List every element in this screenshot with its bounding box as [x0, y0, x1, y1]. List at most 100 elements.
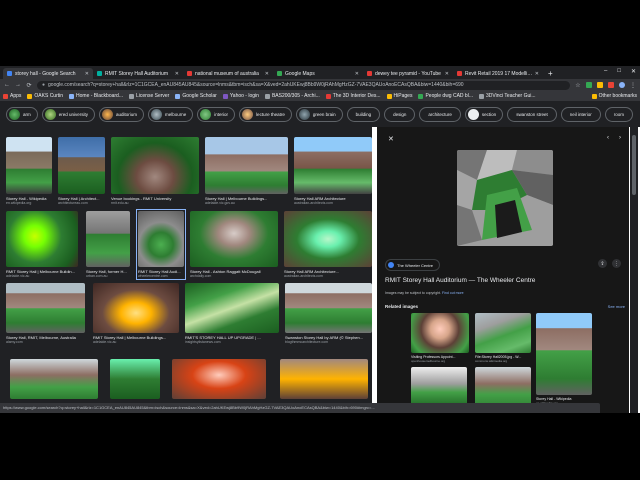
close-tab-icon[interactable]: ✕ — [355, 71, 359, 77]
chip-building[interactable]: building — [346, 107, 381, 122]
bookmark-license[interactable]: License Server — [129, 93, 169, 99]
tab-google-search[interactable]: storey hall - Google Search ✕ — [3, 68, 93, 79]
other-bookmarks[interactable]: Other bookmarks — [591, 93, 637, 99]
chevron-right-icon[interactable]: › — [619, 135, 621, 141]
result-thumbnail — [58, 137, 105, 194]
chip-thumbnail — [298, 109, 310, 120]
minimize-icon[interactable]: – — [604, 68, 607, 75]
image-result[interactable]: Storey Hall ARM Architecture australian-… — [294, 137, 372, 205]
chip-architecture[interactable]: architecture — [419, 107, 461, 122]
reload-icon[interactable]: ⟳ — [26, 82, 32, 89]
preview-title[interactable]: RMIT Storey Hall Auditorium — The Wheele… — [385, 277, 535, 284]
bookmark-yahoo[interactable]: Yahoo - login — [222, 93, 259, 99]
maximize-icon[interactable]: □ — [617, 68, 621, 75]
related-image[interactable]: Visiting Professors Appoint... openhouse… — [411, 313, 469, 363]
image-result[interactable] — [10, 359, 98, 399]
bookmark-3d-interior[interactable]: The 3D Interior Des... — [325, 93, 381, 99]
image-result[interactable]: Venue bookings - RMIT University rmit.ed… — [111, 137, 199, 205]
scrollbar[interactable] — [630, 127, 638, 413]
chip-section[interactable]: section — [464, 107, 504, 122]
image-result[interactable]: Storey Hall - Wikipedia en.wikipedia.org — [6, 137, 52, 205]
close-tab-icon[interactable]: ✕ — [175, 71, 179, 77]
result-source: insightsylistanews.com — [185, 340, 221, 344]
close-icon[interactable]: ✕ — [388, 135, 394, 143]
forward-icon[interactable]: → — [15, 82, 21, 88]
find-out-more-link[interactable]: Find out more — [442, 291, 464, 295]
chip-room[interactable]: room — [604, 107, 633, 122]
chip-neil-interior[interactable]: neil interior — [560, 107, 601, 122]
bookmark-label: OAKS Curtin — [34, 93, 64, 99]
tab-google-maps[interactable]: Google Maps ✕ — [273, 68, 363, 79]
avatar[interactable] — [619, 82, 625, 88]
new-tab-button[interactable]: + — [543, 68, 558, 79]
tab-wheeler-centre[interactable]: RMIT Storey Hall Auditorium ✕ — [93, 68, 183, 79]
more-options-icon[interactable]: ⋮ — [612, 259, 621, 268]
chip-lecture-theatre[interactable]: lecture theatre — [239, 107, 292, 122]
close-tab-icon[interactable]: ✕ — [535, 71, 539, 77]
bookmark-people-dwg[interactable]: People dwg CAD bl... — [418, 93, 473, 99]
image-result[interactable]: Storey Hall ARM Architecture... australi… — [284, 211, 372, 278]
bookmark-oaks[interactable]: OAKS Curtin — [27, 93, 63, 99]
bookmark-bas[interactable]: BAS200/305 - Archi... — [264, 93, 320, 99]
close-tab-icon[interactable]: ✕ — [445, 71, 449, 77]
image-result[interactable] — [172, 359, 266, 399]
tab-youtube[interactable]: dewey tee pyramid - YouTube ✕ — [363, 68, 453, 79]
related-image[interactable]: File:Storey Hall2005.jpg - W... commons.… — [475, 313, 531, 363]
image-result-selected[interactable]: RMIT Storey Hall Audi... wheelercentre.c… — [136, 209, 186, 280]
preview-image[interactable] — [457, 150, 553, 246]
menu-icon[interactable]: ⋮ — [630, 82, 636, 89]
address-bar[interactable]: ● google.com/search?q=storey+hall&rlz=1C… — [37, 80, 570, 90]
tab-title: dewey tee pyramid - YouTube — [375, 70, 441, 77]
chip-design[interactable]: design — [384, 107, 416, 122]
preview-image-art — [457, 150, 553, 246]
bookmark-hipages[interactable]: HiPages — [386, 93, 413, 99]
scrollbar-thumb[interactable] — [632, 135, 636, 195]
bookmark-3dvinci[interactable]: 3DVinci Teacher Gui... — [478, 93, 536, 99]
image-result[interactable]: Storey Hall - Ashton Raggatt McDougall a… — [190, 211, 278, 278]
lock-icon: ● — [42, 82, 46, 88]
bookmark-icon — [325, 93, 331, 99]
result-thumbnail — [10, 359, 98, 399]
result-thumbnail — [190, 211, 278, 267]
bookmark-blackboard[interactable]: Home - Blackboard... — [69, 93, 123, 99]
extension-icon[interactable] — [586, 82, 592, 88]
source-site-link[interactable]: The Wheeler Centre — [385, 259, 441, 271]
chip-arm[interactable]: arm — [6, 107, 38, 122]
chip-auditorium[interactable]: auditorium — [99, 107, 145, 122]
image-result[interactable]: Storey Hall | Architect... architecturea… — [58, 137, 105, 205]
chip-university[interactable]: ered university — [41, 107, 96, 122]
chip-melbourne[interactable]: melbourne — [148, 107, 194, 122]
maps-favicon-icon — [277, 71, 282, 76]
tab-revit[interactable]: Revit Retail 2019 17 Modelling ✕ — [453, 68, 543, 79]
chip-thumbnail — [467, 109, 479, 120]
chip-thumbnail — [102, 109, 114, 120]
see-more-link[interactable]: See more — [608, 304, 625, 309]
image-result[interactable]: Swanston Storey Hall by ARM (© Stephen..… — [285, 283, 372, 344]
tab-national-museum[interactable]: national museum of australia ✕ — [183, 68, 273, 79]
close-tab-icon[interactable]: ✕ — [265, 71, 269, 77]
bookmark-label: HiPages — [393, 93, 413, 99]
bookmark-scholar[interactable]: Google Scholar — [175, 93, 217, 99]
image-result[interactable] — [280, 359, 368, 399]
chip-swanston-street[interactable]: swanston street — [507, 107, 557, 122]
image-result[interactable]: RMIT Storey Hall | Melbourne Buildings..… — [93, 283, 179, 344]
extension-icon[interactable] — [597, 82, 603, 88]
chip-green-brain[interactable]: green brain — [295, 107, 343, 122]
chevron-left-icon[interactable]: ‹ — [607, 135, 609, 141]
apps-icon — [3, 93, 8, 99]
close-window-icon[interactable]: ✕ — [631, 68, 636, 75]
bookmark-apps[interactable]: Apps — [3, 93, 21, 99]
image-result[interactable]: RMIT Storey Hall | Melbourne Buildin... … — [6, 211, 78, 278]
image-result[interactable]: Storey Hall, former H... urban.com.au — [86, 211, 130, 278]
image-result[interactable] — [110, 359, 160, 399]
share-icon[interactable]: ⇪ — [598, 259, 607, 268]
close-tab-icon[interactable]: ✕ — [85, 71, 89, 77]
image-result[interactable]: Storey Hall, RMIT, Melbourne, Australia … — [6, 283, 85, 344]
related-image[interactable]: Storey Hall - Wikipedia en.wikipedia.org — [536, 313, 592, 405]
extension-icon[interactable] — [608, 82, 614, 88]
star-icon[interactable]: ☆ — [575, 82, 581, 89]
image-result[interactable]: RMIT'S STOREY HALL UP UPGRADE | ... insi… — [185, 283, 279, 344]
back-icon[interactable]: ← — [4, 82, 10, 88]
image-result[interactable]: Storey Hall | Melbourne Buildings... ade… — [205, 137, 288, 205]
chip-interior[interactable]: interior — [197, 107, 236, 122]
